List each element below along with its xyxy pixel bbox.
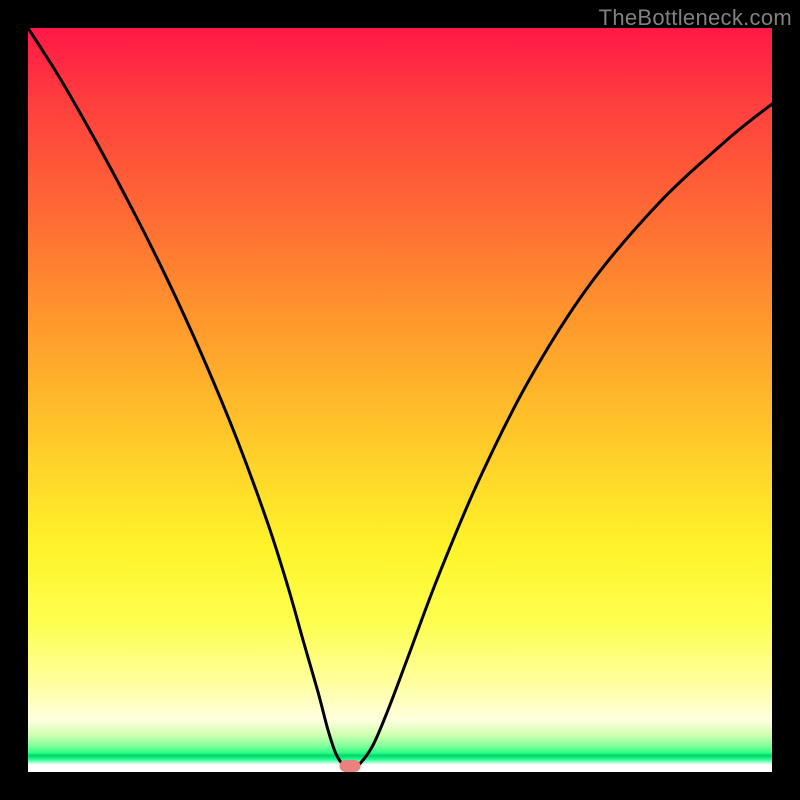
bottleneck-curve	[28, 28, 772, 772]
watermark-text: TheBottleneck.com	[599, 5, 792, 31]
optimal-point-marker	[340, 760, 361, 772]
chart-container	[28, 28, 772, 772]
